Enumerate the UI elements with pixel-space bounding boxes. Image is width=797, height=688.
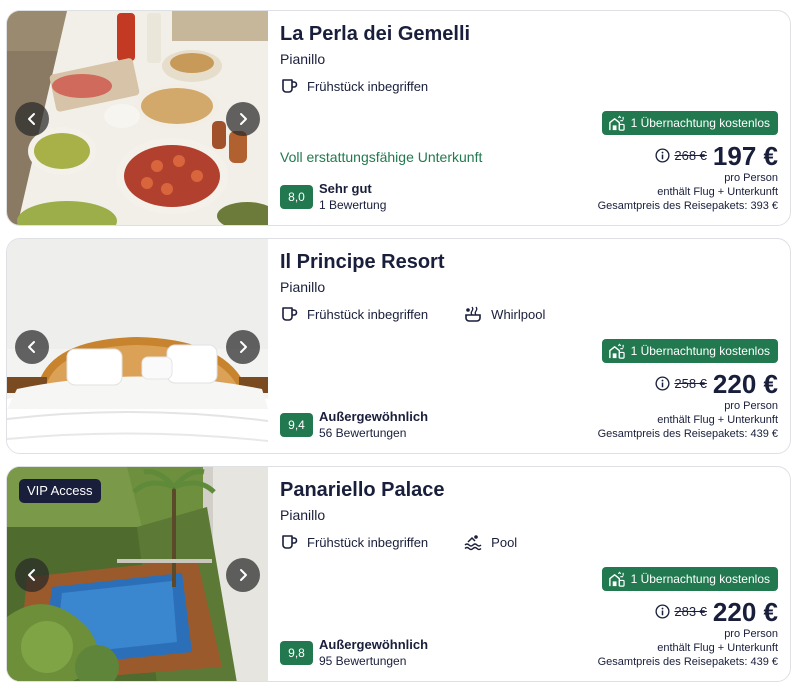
- original-price: 258 €: [674, 376, 707, 391]
- amenity-breakfast: Frühstück inbegriffen: [280, 305, 428, 323]
- amenity-label: Whirlpool: [491, 306, 546, 322]
- review-count: 1 Bewertung: [319, 198, 387, 212]
- guest-rating: 9,8 Außergewöhnlich 95 Bewertungen: [280, 636, 428, 669]
- chevron-right-icon: [240, 341, 247, 353]
- amenity-list: Frühstück inbegriffen Pool: [280, 533, 517, 551]
- previous-photo-button[interactable]: [15, 330, 49, 364]
- coffee-cup-icon: [282, 307, 298, 321]
- free-night-badge: 1 Übernachtung kostenlos: [601, 567, 778, 591]
- price-per-person: pro Person: [724, 171, 778, 184]
- hotel-photo-gallery[interactable]: [7, 239, 268, 453]
- guest-rating: 9,4 Außergewöhnlich 56 Bewertungen: [280, 408, 428, 441]
- previous-photo-button[interactable]: [15, 558, 49, 592]
- rating-score-badge: 9,8: [280, 640, 313, 665]
- next-photo-button[interactable]: [226, 558, 260, 592]
- free-night-badge: 1 Übernachtung kostenlos: [601, 339, 778, 363]
- hotel-info: Panariello Palace Pianillo Frühstück inb…: [268, 467, 790, 681]
- amenity-list: Frühstück inbegriffen: [280, 77, 428, 95]
- package-total-price: Gesamtpreis des Reisepakets: 439 €: [597, 427, 778, 440]
- free-night-badge: 1 Übernachtung kostenlos: [601, 111, 778, 135]
- free-night-icon: [608, 115, 625, 131]
- original-price: 268 €: [674, 148, 707, 163]
- discounted-price: 197 €: [712, 140, 778, 171]
- hotel-photo-gallery[interactable]: VIP Access: [7, 467, 268, 681]
- refund-policy: Voll erstattungsfähige Unterkunft: [280, 149, 483, 165]
- amenity-label: Frühstück inbegriffen: [307, 534, 429, 550]
- original-price: 283 €: [674, 604, 707, 619]
- hotel-results-list: La Perla dei Gemelli Pianillo Frühstück …: [0, 0, 797, 688]
- hotel-location: Pianillo: [280, 51, 326, 67]
- price-summary: 1 Übernachtung kostenlos 268 € 197 € pro…: [598, 111, 778, 213]
- price-summary: 1 Übernachtung kostenlos 258 € 220 € pro…: [598, 339, 778, 441]
- rating-label: Außergewöhnlich: [319, 409, 429, 424]
- next-photo-button[interactable]: [226, 330, 260, 364]
- amenity-label: Frühstück inbegriffen: [307, 306, 429, 322]
- vip-access-badge: VIP Access: [19, 479, 101, 503]
- rating-score-badge: 8,0: [280, 184, 313, 209]
- price-per-person: pro Person: [724, 627, 778, 640]
- hotel-info: Il Principe Resort Pianillo Frühstück in…: [268, 239, 790, 453]
- hotel-card-la-perla-dei-gemelli[interactable]: La Perla dei Gemelli Pianillo Frühstück …: [6, 10, 791, 226]
- chevron-right-icon: [240, 113, 247, 125]
- next-photo-button[interactable]: [226, 102, 260, 136]
- hot-tub-icon: [465, 306, 481, 322]
- hotel-name[interactable]: Il Principe Resort: [280, 251, 445, 274]
- amenity-list: Frühstück inbegriffen Whirlpool: [280, 305, 545, 323]
- package-total-price: Gesamtpreis des Reisepakets: 393 €: [597, 199, 778, 212]
- rating-label: Sehr gut: [319, 181, 372, 196]
- info-icon[interactable]: [655, 148, 670, 163]
- chevron-left-icon: [28, 569, 35, 581]
- hotel-photo-gallery[interactable]: [7, 11, 268, 225]
- free-night-icon: [608, 343, 625, 359]
- hotel-name[interactable]: Panariello Palace: [280, 479, 445, 502]
- amenity-whirlpool: Whirlpool: [464, 305, 545, 323]
- package-includes: enthält Flug + Unterkunft: [657, 641, 778, 654]
- review-count: 56 Bewertungen: [319, 426, 407, 440]
- coffee-cup-icon: [282, 535, 298, 549]
- discounted-price: 220 €: [712, 368, 778, 399]
- price-summary: 1 Übernachtung kostenlos 283 € 220 € pro…: [598, 567, 778, 669]
- free-night-label: 1 Übernachtung kostenlos: [630, 572, 770, 586]
- amenity-breakfast: Frühstück inbegriffen: [280, 533, 428, 551]
- discounted-price: 220 €: [712, 596, 778, 627]
- info-icon[interactable]: [655, 376, 670, 391]
- free-night-label: 1 Übernachtung kostenlos: [630, 344, 770, 358]
- amenity-label: Frühstück inbegriffen: [307, 78, 429, 94]
- amenity-breakfast: Frühstück inbegriffen: [280, 77, 428, 95]
- hotel-location: Pianillo: [280, 279, 326, 295]
- amenity-pool: Pool: [464, 533, 517, 551]
- coffee-cup-icon: [282, 79, 298, 93]
- price-per-person: pro Person: [724, 399, 778, 412]
- free-night-label: 1 Übernachtung kostenlos: [630, 116, 770, 130]
- chevron-left-icon: [28, 113, 35, 125]
- hotel-card-panariello-palace[interactable]: VIP Access Panariello Palace Pianillo Fr…: [6, 466, 791, 682]
- package-includes: enthält Flug + Unterkunft: [657, 413, 778, 426]
- rating-label: Außergewöhnlich: [319, 637, 429, 652]
- review-count: 95 Bewertungen: [319, 654, 407, 668]
- chevron-left-icon: [28, 341, 35, 353]
- hotel-name[interactable]: La Perla dei Gemelli: [280, 23, 470, 46]
- amenity-label: Pool: [491, 534, 518, 550]
- package-total-price: Gesamtpreis des Reisepakets: 439 €: [597, 655, 778, 668]
- guest-rating: 8,0 Sehr gut 1 Bewertung: [280, 180, 386, 213]
- hotel-card-il-principe-resort[interactable]: Il Principe Resort Pianillo Frühstück in…: [6, 238, 791, 454]
- rating-score-badge: 9,4: [280, 412, 313, 437]
- pool-icon: [464, 535, 482, 551]
- previous-photo-button[interactable]: [15, 102, 49, 136]
- package-includes: enthält Flug + Unterkunft: [657, 185, 778, 198]
- hotel-info: La Perla dei Gemelli Pianillo Frühstück …: [268, 11, 790, 225]
- info-icon[interactable]: [655, 604, 670, 619]
- hotel-location: Pianillo: [280, 507, 326, 523]
- chevron-right-icon: [240, 569, 247, 581]
- free-night-icon: [608, 571, 625, 587]
